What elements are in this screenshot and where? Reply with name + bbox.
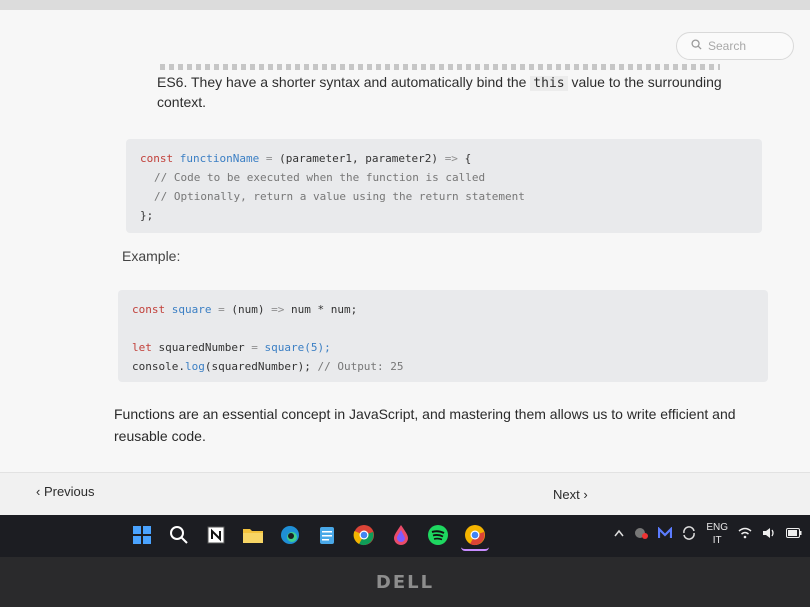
intro-text-before: ES6. They have a shorter syntax and auto… <box>157 74 531 90</box>
windows-start-icon[interactable] <box>128 521 156 549</box>
wifi-icon[interactable] <box>738 527 752 542</box>
tray-app-icon[interactable] <box>634 526 649 543</box>
code-method: log <box>184 360 205 373</box>
code-operator: = <box>265 152 273 165</box>
code-line: const functionName = (parameter1, parame… <box>140 149 748 168</box>
code-comment: // Optionally, return a value using the … <box>154 190 525 203</box>
inline-code-this: this <box>530 76 568 91</box>
previous-link[interactable]: ‹ Previous <box>36 484 95 499</box>
code-line: }; <box>140 209 154 222</box>
language-indicator[interactable]: ENG IT <box>706 521 728 547</box>
intro-paragraph: ES6. They have a shorter syntax and auto… <box>157 73 757 112</box>
edge-icon[interactable] <box>276 521 304 549</box>
laptop-bezel: DELL <box>0 557 810 607</box>
search-box[interactable]: Search <box>676 32 794 60</box>
code-arrow: => <box>271 303 285 316</box>
drop-icon[interactable] <box>387 521 415 549</box>
summary-paragraph: Functions are an essential concept in Ja… <box>114 406 736 444</box>
search-icon[interactable] <box>165 521 193 549</box>
chrome-icon[interactable] <box>350 521 378 549</box>
code-body: num * num; <box>291 303 358 316</box>
code-block-syntax: const functionName = (parameter1, parame… <box>126 139 762 233</box>
system-tray: ENG IT <box>614 521 802 547</box>
next-link[interactable]: Next › <box>553 487 588 502</box>
code-args: (squaredNumber); <box>204 360 311 373</box>
spotify-icon[interactable] <box>424 521 452 549</box>
code-brace: { <box>464 152 472 165</box>
language-code: ENG <box>706 522 728 533</box>
code-variable: squaredNumber <box>158 341 245 354</box>
code-keyword: let <box>132 341 152 354</box>
code-operator: = <box>251 341 258 354</box>
code-function-name: functionName <box>179 152 260 165</box>
code-object: console. <box>132 360 185 373</box>
search-placeholder: Search <box>708 39 747 53</box>
code-params: (parameter1, parameter2) <box>279 152 439 165</box>
code-keyword: const <box>132 303 166 316</box>
malwarebytes-icon[interactable] <box>658 525 673 542</box>
code-params: (num) <box>231 303 265 316</box>
chrome-canary-icon[interactable] <box>461 521 489 551</box>
keyboard-layout: IT <box>712 535 722 546</box>
pagination-bar: ‹ Previous Next › <box>0 472 810 515</box>
code-keyword: const <box>140 152 174 165</box>
sync-icon[interactable] <box>682 525 696 543</box>
code-line: const square = (num) => num * num; <box>132 300 754 319</box>
code-operator: = <box>218 303 225 316</box>
code-call: square(5); <box>264 341 331 354</box>
code-comment: // Code to be executed when the function… <box>154 171 486 184</box>
windows-taskbar: ENG IT <box>0 515 810 557</box>
clipped-text-line <box>160 64 720 70</box>
browser-page: Search ES6. They have a shorter syntax a… <box>0 0 810 515</box>
volume-icon[interactable] <box>762 527 776 542</box>
notion-icon[interactable] <box>202 521 230 549</box>
battery-icon[interactable] <box>786 527 802 541</box>
taskbar-apps <box>128 521 489 551</box>
search-icon <box>691 39 702 53</box>
notepad-icon[interactable] <box>313 521 341 549</box>
code-block-example: const square = (num) => num * num; let s… <box>118 290 768 382</box>
chevron-up-icon[interactable] <box>614 528 624 540</box>
browser-top-strip <box>0 0 810 10</box>
dell-logo: DELL <box>375 571 435 593</box>
example-label: Example: <box>122 248 181 264</box>
file-explorer-icon[interactable] <box>239 521 267 549</box>
code-line: let squaredNumber = square(5); <box>132 338 754 357</box>
code-comment: // Output: 25 <box>317 360 404 373</box>
code-line: console.log(squaredNumber); // Output: 2… <box>132 357 754 376</box>
code-function-name: square <box>171 303 212 316</box>
code-arrow: => <box>444 152 458 165</box>
